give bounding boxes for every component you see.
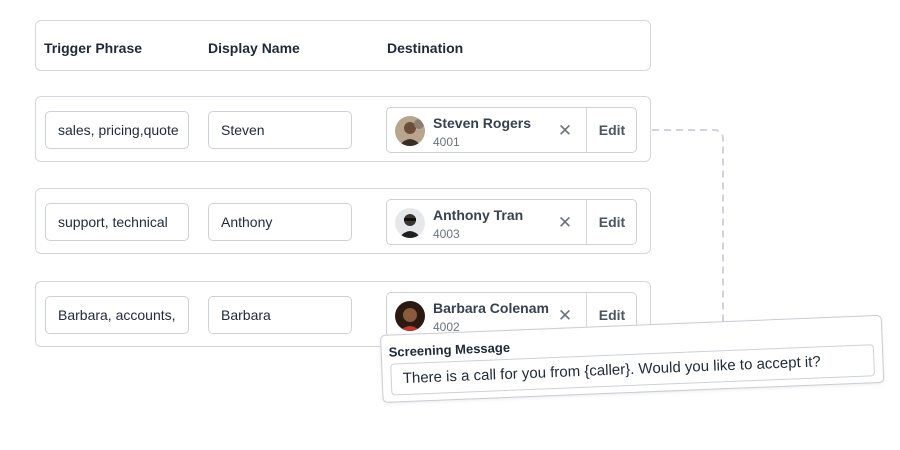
- destination-field: Anthony Tran 4003 ✕ Edit: [386, 199, 637, 245]
- screening-message-label: Screening Message: [388, 339, 511, 360]
- table-row: sales, pricing,quote Steven Steven Roger…: [35, 96, 651, 162]
- destination-field: Steven Rogers 4001 ✕ Edit: [386, 107, 637, 153]
- trigger-phrase-input[interactable]: sales, pricing,quote: [45, 111, 189, 149]
- avatar: [395, 116, 425, 146]
- trigger-phrase-input[interactable]: Barbara, accounts,: [45, 296, 189, 334]
- destination-name: Anthony Tran: [433, 207, 524, 223]
- display-name-input[interactable]: Steven: [208, 111, 352, 149]
- display-name-input[interactable]: Anthony: [208, 203, 352, 241]
- display-name-input[interactable]: Barbara: [208, 296, 352, 334]
- avatar: [395, 301, 425, 331]
- destination-name: Steven Rogers: [433, 115, 532, 131]
- column-header-display-name: Display Name: [208, 40, 300, 56]
- edit-button[interactable]: Edit: [587, 108, 637, 152]
- destination-extension: 4001: [433, 135, 460, 149]
- trigger-phrase-input[interactable]: support, technical: [45, 203, 189, 241]
- remove-destination-icon[interactable]: ✕: [553, 120, 577, 142]
- table-header: Trigger Phrase Display Name Destination: [35, 20, 651, 71]
- table-row: support, technical Anthony Anthony Tran …: [35, 188, 651, 254]
- remove-destination-icon[interactable]: ✕: [553, 212, 577, 234]
- edit-button[interactable]: Edit: [587, 200, 637, 244]
- remove-destination-icon[interactable]: ✕: [553, 305, 577, 327]
- destination-name: Barbara Colenam: [433, 300, 549, 316]
- destination-extension: 4003: [433, 227, 460, 241]
- column-header-trigger-phrase: Trigger Phrase: [44, 40, 143, 56]
- avatar: [395, 208, 425, 238]
- column-header-destination: Destination: [387, 40, 464, 56]
